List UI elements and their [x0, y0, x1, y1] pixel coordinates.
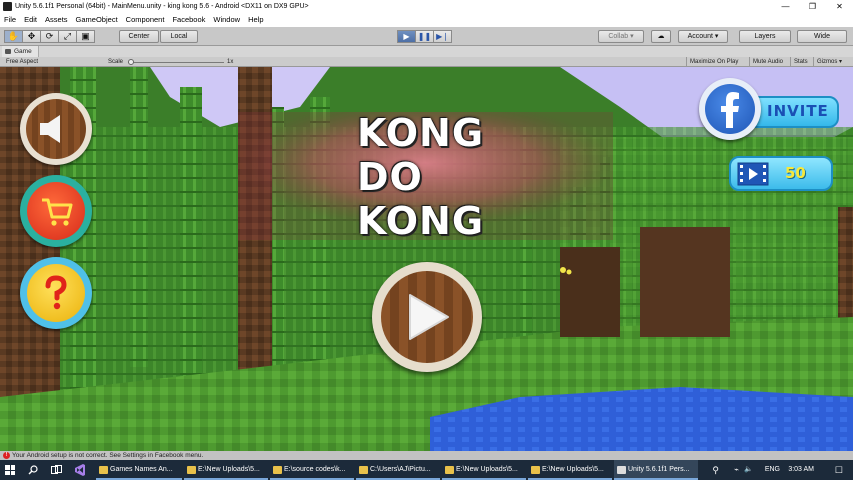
- window-title-bar: Unity 5.6.1f1 Personal (64bit) - MainMen…: [0, 0, 853, 13]
- account-dropdown[interactable]: Account ▾: [678, 30, 728, 43]
- window-controls: — ❐ ✕: [772, 0, 853, 13]
- visual-studio-icon[interactable]: [74, 464, 86, 476]
- game-logo-line-1: KONG: [357, 111, 485, 155]
- menu-file[interactable]: File: [0, 13, 20, 27]
- shop-button[interactable]: [20, 175, 92, 247]
- rotate-tool-icon[interactable]: ⟳: [40, 30, 59, 43]
- scale-tool-icon[interactable]: ⤢: [58, 30, 77, 43]
- taskbar-item-explorer-2[interactable]: E:\source codes\k...: [270, 460, 354, 480]
- close-button[interactable]: ✕: [826, 0, 853, 13]
- video-film-icon: [737, 162, 769, 186]
- layers-dropdown[interactable]: Layers: [739, 30, 791, 43]
- window-title: Unity 5.6.1f1 Personal (64bit) - MainMen…: [15, 3, 309, 10]
- stats-toggle[interactable]: Stats: [790, 57, 811, 67]
- scale-value: 1x: [227, 59, 234, 65]
- menu-help[interactable]: Help: [244, 13, 267, 27]
- aspect-dropdown[interactable]: Free Aspect: [6, 57, 38, 67]
- video-reward-amount: 50: [785, 164, 806, 182]
- facebook-icon: [721, 92, 739, 128]
- hand-tool-icon[interactable]: ✋: [4, 30, 23, 43]
- taskbar-item-explorer-5[interactable]: E:\New Uploads\5...: [528, 460, 612, 480]
- pivot-local-button[interactable]: Local: [160, 30, 198, 43]
- play-button[interactable]: ▶: [397, 30, 416, 43]
- rect-tool-icon[interactable]: ▣: [76, 30, 95, 43]
- shopping-cart-icon: [42, 198, 73, 226]
- game-view: KONG DO KONG INVITE 50: [0, 67, 853, 451]
- taskbar-item-explorer-4[interactable]: E:\New Uploads\5...: [442, 460, 526, 480]
- play-triangle-icon: [409, 294, 449, 340]
- step-button[interactable]: ▶❘: [433, 30, 452, 43]
- pause-button[interactable]: ❚❚: [415, 30, 434, 43]
- watch-video-button[interactable]: 50: [729, 156, 833, 191]
- menu-edit[interactable]: Edit: [20, 13, 41, 27]
- taskbar-item-unity[interactable]: Unity 5.6.1f1 Pers...: [614, 460, 698, 480]
- taskbar-item-explorer-1[interactable]: E:\New Uploads\5...: [184, 460, 268, 480]
- task-view-icon[interactable]: [51, 465, 62, 475]
- windows-taskbar: Games Names An... E:\New Uploads\5... E:…: [0, 460, 853, 480]
- mute-audio-toggle[interactable]: Mute Audio: [749, 57, 786, 67]
- menu-component[interactable]: Component: [122, 13, 169, 27]
- play-game-button[interactable]: [372, 262, 482, 372]
- maximize-on-play-toggle[interactable]: Maximize On Play: [686, 57, 741, 67]
- unity-icon: [3, 2, 12, 11]
- taskbar-item-games-names[interactable]: Games Names An...: [96, 460, 182, 480]
- menu-window[interactable]: Window: [209, 13, 244, 27]
- console-status-bar[interactable]: ! Your Android setup is not correct. See…: [0, 451, 853, 460]
- sound-button[interactable]: [20, 93, 92, 165]
- status-message: Your Android setup is not correct. See S…: [12, 452, 204, 459]
- search-icon[interactable]: [28, 465, 38, 475]
- clock[interactable]: 3:03 AM: [788, 460, 814, 480]
- layout-dropdown[interactable]: Wide: [797, 30, 847, 43]
- question-mark-icon: [45, 275, 67, 310]
- scale-slider-track[interactable]: [128, 62, 224, 63]
- maximize-button[interactable]: ❐: [799, 0, 826, 13]
- start-button[interactable]: [5, 465, 15, 475]
- facebook-button[interactable]: [699, 78, 761, 140]
- language-indicator[interactable]: ENG: [765, 460, 780, 480]
- toolbar: ✋ ✥ ⟳ ⤢ ▣ Center Local ▶ ❚❚ ▶❘ Collab ▾ …: [0, 27, 853, 46]
- invite-label: INVITE: [767, 102, 829, 120]
- play-controls: ▶ ❚❚ ▶❘: [397, 30, 452, 43]
- transform-tools: ✋ ✥ ⟳ ⤢ ▣: [4, 30, 95, 43]
- scale-label: Scale: [108, 59, 124, 65]
- error-icon: !: [3, 452, 10, 459]
- gizmos-dropdown[interactable]: Gizmos ▾: [813, 57, 845, 67]
- menu-facebook[interactable]: Facebook: [168, 13, 209, 27]
- game-view-toolbar: Free Aspect Scale 1x Maximize On Play Mu…: [0, 57, 853, 67]
- game-tab[interactable]: Game: [2, 46, 39, 57]
- collab-dropdown[interactable]: Collab ▾: [598, 30, 644, 43]
- cloud-icon[interactable]: ☁: [651, 30, 671, 43]
- pivot-center-button[interactable]: Center: [119, 30, 159, 43]
- game-logo-line-3: KONG: [357, 199, 485, 243]
- game-logo-line-2: DO: [357, 155, 423, 199]
- menu-assets[interactable]: Assets: [41, 13, 72, 27]
- notifications-icon[interactable]: ☐: [835, 460, 843, 480]
- help-button[interactable]: [20, 257, 92, 329]
- scale-slider-handle[interactable]: [128, 59, 134, 65]
- volume-icon[interactable]: 🔈: [744, 460, 753, 480]
- people-icon[interactable]: ⚲: [712, 460, 719, 480]
- game-tab-bar: Game: [0, 46, 853, 57]
- speaker-icon: [40, 115, 60, 143]
- menu-bar: File Edit Assets GameObject Component Fa…: [0, 13, 853, 27]
- menu-gameobject[interactable]: GameObject: [72, 13, 122, 27]
- minimize-button[interactable]: —: [772, 0, 799, 13]
- taskbar-item-explorer-3[interactable]: C:\Users\AJ\Pictu...: [356, 460, 440, 480]
- network-icon[interactable]: ⌁: [734, 460, 739, 480]
- move-tool-icon[interactable]: ✥: [22, 30, 41, 43]
